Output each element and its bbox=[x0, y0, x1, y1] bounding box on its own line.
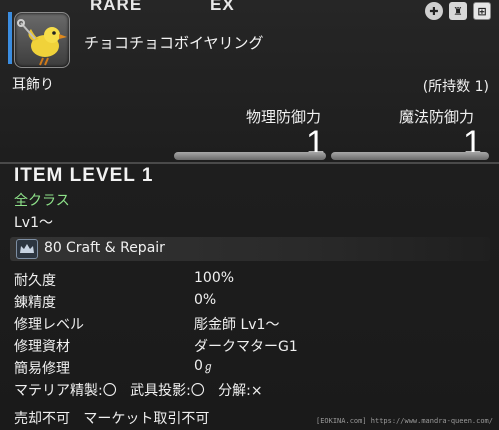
item-tooltip-panel: RARE EX チョコチョコボイヤリング ✚ ♜ ⊞ 耳飾り (所持数 1) 物… bbox=[0, 0, 499, 430]
item-level: ITEM LEVEL 1 bbox=[14, 165, 154, 186]
gil-icon: ℊ bbox=[202, 360, 214, 373]
spiritbond-value: 0% bbox=[194, 292, 217, 308]
physical-defense-bar bbox=[174, 152, 326, 160]
item-name: チョコチョコボイヤリング bbox=[84, 34, 264, 52]
owned-count: (所持数 1) bbox=[422, 79, 489, 95]
trade-flags-line: 売却不可 マーケット取引不可 bbox=[14, 411, 210, 427]
plus-icon[interactable]: ✚ bbox=[425, 2, 443, 20]
craft-repair-row: 80 Craft & Repair bbox=[10, 237, 490, 261]
spiritbond-label: 錬精度 bbox=[14, 295, 56, 311]
simple-repair-label: 簡易修理 bbox=[14, 361, 70, 377]
required-level: Lv1～ bbox=[14, 215, 53, 231]
repair-level-value: 彫金師 Lv1～ bbox=[194, 317, 280, 333]
craft-level: 80 bbox=[44, 240, 62, 256]
glamour-icon[interactable]: ⊞ bbox=[473, 2, 491, 20]
repair-materials-label: 修理資材 bbox=[14, 339, 70, 355]
section-divider bbox=[0, 162, 499, 164]
durability-label: 耐久度 bbox=[14, 273, 56, 289]
materia-info-line: マテリア精製:〇 武具投影:〇 分解:× bbox=[14, 383, 263, 399]
durability-value: 100% bbox=[194, 270, 235, 286]
ex-label: EX bbox=[210, 0, 235, 14]
dye-bottle-icon[interactable]: ♜ bbox=[449, 2, 467, 20]
repair-level-label: 修理レベル bbox=[14, 317, 84, 333]
magic-defense-bar bbox=[331, 152, 489, 160]
chocobo-earring-icon[interactable] bbox=[14, 12, 70, 68]
equip-slot: 耳飾り bbox=[12, 77, 54, 93]
simple-repair-value: 0ℊ bbox=[194, 358, 214, 374]
header-icon-group: ✚ ♜ ⊞ bbox=[425, 2, 491, 20]
source-credit: [EOKINA.com] https://www.mandra-queen.co… bbox=[315, 417, 493, 425]
craft-repair-label: Craft & Repair bbox=[66, 240, 165, 256]
rarity-label: RARE bbox=[90, 0, 143, 14]
class-restriction: 全クラス bbox=[14, 193, 70, 209]
item-accent-bar bbox=[8, 12, 12, 64]
crown-icon bbox=[16, 239, 38, 259]
repair-materials-value: ダークマターG1 bbox=[194, 339, 298, 355]
